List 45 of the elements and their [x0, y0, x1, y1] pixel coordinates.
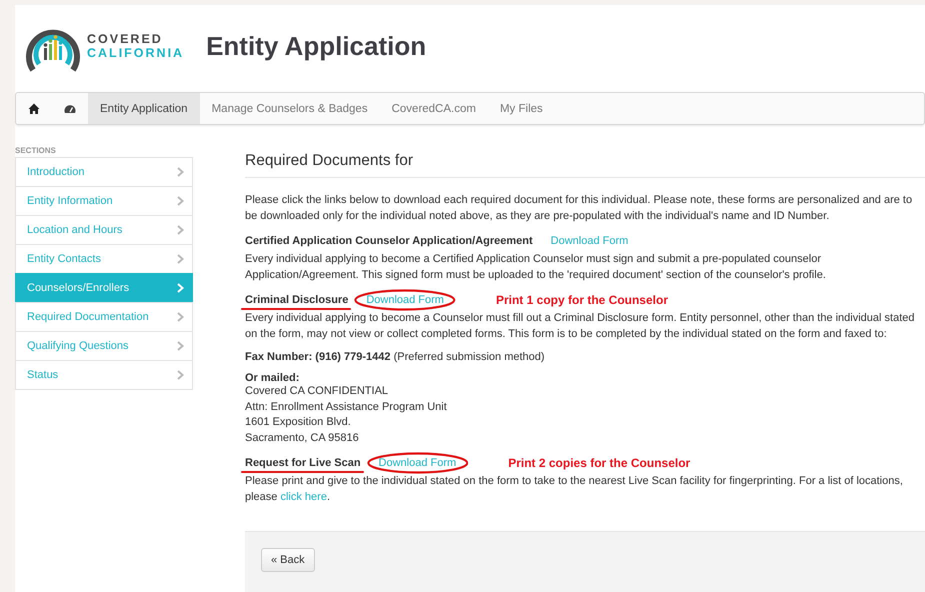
sidebar-item[interactable]: Qualifying Questions [15, 331, 193, 361]
address-line: 1601 Exposition Blvd. [245, 415, 352, 430]
document-description: Every individual applying to become a Certified Application Counselor must sign and submit a pre-populated counselor Application/Agreement. This signed form must be uploaded to the 'required document' section of the counselor's profile. [245, 252, 827, 282]
home-icon[interactable] [28, 102, 40, 114]
page-title: Entity Application [206, 30, 426, 62]
chevron-icon [177, 370, 184, 380]
nav-tab[interactable]: CoveredCA.com [380, 93, 488, 124]
download-link[interactable]: Download Form [550, 235, 628, 247]
sidebar-item[interactable]: Introduction [15, 157, 193, 187]
sidebar-item[interactable]: Location and Hours [15, 215, 193, 245]
intro-paragraph: Please click the links below to download each required document for this individual. Please note, these forms are personalized and are to be downloaded only for the individual noted above, as they are pre-populated with the individual's name and ID Number. [245, 193, 914, 224]
annotation-note: Print 2 copies for the Counselor [508, 456, 690, 470]
chevron-icon [177, 283, 184, 293]
chevron-icon [177, 167, 184, 177]
document-description: Every individual applying to become a Counselor must fill out a Criminal Disclosure form. Entity personnel, other than the individual stated on the form, may not view or collect completed forms. This form is to be completed by the individual stated on the form and faxed to: [245, 311, 916, 342]
document-title: Request for Live Scan [245, 457, 361, 469]
sidebar-item[interactable]: Entity Contacts [15, 244, 193, 274]
logo-text: COVERED [87, 32, 164, 46]
sidebar-item[interactable]: Required Documentation [15, 302, 193, 332]
sidebar-heading: SECTIONS [15, 145, 57, 157]
fax-number: Fax Number: (916) 779-1442 (Preferred submission method) [245, 351, 546, 363]
sidebar-item[interactable]: Entity Information [15, 186, 193, 216]
logo-text: CALIFORNIA [87, 46, 184, 60]
annotation-note: Print 1 copy for the Counselor [496, 293, 668, 307]
nav-tab[interactable]: Manage Counselors & Badges [200, 93, 380, 124]
sidebar-item[interactable]: Status [15, 360, 193, 390]
chevron-icon [177, 312, 184, 322]
chevron-icon [177, 341, 184, 351]
click-here-link[interactable]: click here [280, 490, 327, 502]
sidebar-item[interactable]: Counselors/Enrollers [15, 273, 193, 303]
document-description: Please print and give to the individual stated on the form to take to the nearest Live Scan facility for fingerprinting. For a list of locations, please click here. [245, 474, 904, 504]
nav-tab[interactable]: Entity Application [88, 93, 200, 124]
document-title: Criminal Disclosure [245, 294, 348, 306]
section-heading: Required Documents for [245, 152, 925, 178]
nav-tab[interactable]: My Files [488, 93, 555, 124]
back-button[interactable]: « Back [261, 548, 315, 572]
chevron-icon [177, 254, 184, 264]
chevron-icon [177, 225, 184, 235]
address-line: Attn: Enrollment Assistance Program Unit [245, 400, 448, 414]
chevron-icon [177, 196, 184, 206]
address-line: Covered CA CONFIDENTIAL [245, 384, 390, 399]
address-line: Sacramento, CA 95816 [245, 430, 360, 446]
mail-label: Or mailed: [245, 372, 300, 384]
document-title: Certified Application Counselor Application/Agreement [245, 235, 533, 247]
dashboard-icon[interactable] [64, 102, 76, 114]
